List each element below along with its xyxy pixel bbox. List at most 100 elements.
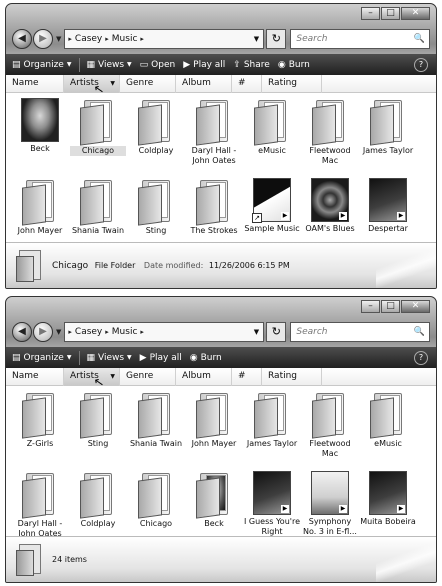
chevron-down-icon: ▼ xyxy=(66,354,72,361)
music-item-sample-music[interactable]: ↗ ▶ Sample Music xyxy=(244,178,300,234)
chevron-right-icon[interactable]: ▸ xyxy=(105,328,109,336)
explorer-window-bottom: – □ ✕ ◀ ▶ ▼ ▸ Casey ▸ Music ▸ ▼ ↻ Search… xyxy=(5,296,437,583)
chevron-right-icon[interactable]: ▸ xyxy=(140,35,144,43)
help-button[interactable]: ? xyxy=(414,350,428,365)
search-input[interactable]: Search 🔍 xyxy=(290,322,430,342)
refresh-button[interactable]: ↻ xyxy=(266,29,287,49)
music-item-coldplay[interactable]: Coldplay xyxy=(128,98,184,156)
close-button[interactable]: ✕ xyxy=(401,300,430,313)
music-item-daryl-hall-john-oates[interactable]: Daryl Hall - John Oates xyxy=(12,471,68,539)
column-header-name[interactable]: Name xyxy=(6,367,64,386)
chevron-down-icon[interactable]: ▼ xyxy=(110,368,115,385)
column-header-artists[interactable]: Artists ▼ ↖ xyxy=(64,367,120,389)
music-item-fleetwood-mac[interactable]: Fleetwood Mac xyxy=(302,98,358,166)
mouse-cursor-icon: ↖ xyxy=(92,373,106,390)
music-item-chicago[interactable]: Chicago xyxy=(70,98,126,156)
address-bar[interactable]: ▸ Casey ▸ Music ▸ ▼ xyxy=(64,29,265,49)
music-item-shania-twain[interactable]: Shania Twain xyxy=(70,178,126,236)
music-item-john-mayer[interactable]: John Mayer xyxy=(12,178,68,236)
forward-button[interactable]: ▶ xyxy=(33,322,53,342)
chevron-down-icon[interactable]: ▼ xyxy=(110,75,115,92)
music-item-daryl-hall-john-oates[interactable]: Daryl Hall - John Oates xyxy=(186,98,242,166)
breadcrumb-casey[interactable]: Casey xyxy=(75,327,102,337)
burn-button[interactable]: ◉ Burn xyxy=(278,60,310,70)
music-item-emusic[interactable]: eMusic xyxy=(244,98,300,156)
close-button[interactable]: ✕ xyxy=(401,7,430,20)
address-bar[interactable]: ▸ Casey ▸ Music ▸ ▼ xyxy=(64,322,265,342)
music-item-sting[interactable]: Sting xyxy=(128,178,184,236)
music-item-z-girls[interactable]: Z-Girls xyxy=(12,391,68,449)
music-item-fleetwood-mac[interactable]: Fleetwood Mac xyxy=(302,391,358,459)
music-item-the-strokes[interactable]: The Strokes xyxy=(186,178,242,236)
column-header-rating[interactable]: Rating xyxy=(262,74,322,93)
burn-button[interactable]: ◉ Burn xyxy=(190,353,222,363)
views-button[interactable]: ▦ Views ▼ xyxy=(86,60,131,70)
item-label: Beck xyxy=(30,144,50,153)
recent-pages-dropdown[interactable]: ▼ xyxy=(56,328,61,336)
maximize-button[interactable]: □ xyxy=(381,300,400,313)
music-item-sting[interactable]: Sting xyxy=(70,391,126,449)
folder-icon xyxy=(312,98,348,146)
music-folder-icon xyxy=(16,543,44,576)
organize-button[interactable]: ▤ Organize ▼ xyxy=(12,60,71,70)
folder-icon xyxy=(80,98,116,146)
breadcrumb-music[interactable]: Music xyxy=(112,34,138,44)
chevron-right-icon[interactable]: ▸ xyxy=(105,35,109,43)
views-icon: ▦ xyxy=(86,352,95,363)
help-button[interactable]: ? xyxy=(414,57,428,72)
search-input[interactable]: Search 🔍 xyxy=(290,29,430,49)
breadcrumb-music[interactable]: Music xyxy=(112,327,138,337)
column-header-album[interactable]: Album xyxy=(176,367,232,386)
column-header-album[interactable]: Album xyxy=(176,74,232,93)
music-item-james-taylor[interactable]: James Taylor xyxy=(360,98,416,156)
minimize-button[interactable]: – xyxy=(361,300,380,313)
music-item-symphony-no-3-in-e-fl[interactable]: ▶ Symphony No. 3 in E-fl... xyxy=(302,471,358,537)
item-label: Sting xyxy=(145,226,167,235)
back-button[interactable]: ◀ xyxy=(12,29,32,49)
music-item-shania-twain[interactable]: Shania Twain xyxy=(128,391,184,449)
column-header-number[interactable]: # xyxy=(232,74,262,93)
share-button[interactable]: ⇪ Share xyxy=(233,60,270,70)
breadcrumb-casey[interactable]: Casey xyxy=(75,34,102,44)
column-header-name[interactable]: Name xyxy=(6,74,64,93)
organize-button[interactable]: ▤ Organize ▼ xyxy=(12,353,71,363)
music-item-beck[interactable]: Beck xyxy=(186,471,242,529)
play-all-button[interactable]: ▶ Play all xyxy=(140,353,182,363)
column-header-artists[interactable]: Artists ▼ ↖ xyxy=(64,74,120,96)
address-dropdown[interactable]: ▼ xyxy=(249,328,263,336)
recent-pages-dropdown[interactable]: ▼ xyxy=(56,35,61,43)
back-button[interactable]: ◀ xyxy=(12,322,32,342)
refresh-button[interactable]: ↻ xyxy=(266,322,287,342)
chevron-right-icon[interactable]: ▸ xyxy=(140,328,144,336)
music-item-oam-s-blues[interactable]: ▶ OAM's Blues xyxy=(302,178,358,234)
maximize-button[interactable]: □ xyxy=(381,7,400,20)
music-item-muita-bobeira[interactable]: ▶ Muita Bobeira xyxy=(360,471,416,527)
item-label: I Guess You're Right xyxy=(244,517,300,536)
music-item-beck[interactable]: Beck xyxy=(12,98,68,154)
search-icon[interactable]: 🔍 xyxy=(414,327,425,337)
music-item-coldplay[interactable]: Coldplay xyxy=(70,471,126,529)
minimize-button[interactable]: – xyxy=(361,7,380,20)
toolbar-divider xyxy=(79,57,81,72)
music-item-chicago[interactable]: Chicago xyxy=(128,471,184,529)
forward-button[interactable]: ▶ xyxy=(33,29,53,49)
column-header-rating[interactable]: Rating xyxy=(262,367,322,386)
address-dropdown[interactable]: ▼ xyxy=(249,35,263,43)
music-item-emusic[interactable]: eMusic xyxy=(360,391,416,449)
play-all-button[interactable]: ▶ Play all xyxy=(183,60,225,70)
search-icon[interactable]: 🔍 xyxy=(414,34,425,44)
column-headers: Name Artists ▼ ↖ Genre Album # Rating xyxy=(6,367,436,389)
music-item-james-taylor[interactable]: James Taylor xyxy=(244,391,300,449)
music-item-despertar[interactable]: ▶ Despertar xyxy=(360,178,416,234)
folder-front xyxy=(312,104,336,146)
column-header-number[interactable]: # xyxy=(232,367,262,386)
music-item-john-mayer[interactable]: John Mayer xyxy=(186,391,242,449)
folder-icon xyxy=(370,391,406,439)
item-label: Coldplay xyxy=(138,146,174,155)
column-label: Name xyxy=(12,370,39,381)
column-header-genre[interactable]: Genre xyxy=(120,367,176,386)
music-item-i-guess-you-re-right[interactable]: ▶ I Guess You're Right xyxy=(244,471,300,537)
views-button[interactable]: ▦ Views ▼ xyxy=(86,353,131,363)
column-header-genre[interactable]: Genre xyxy=(120,74,176,93)
open-button[interactable]: ▭ Open xyxy=(140,60,176,70)
